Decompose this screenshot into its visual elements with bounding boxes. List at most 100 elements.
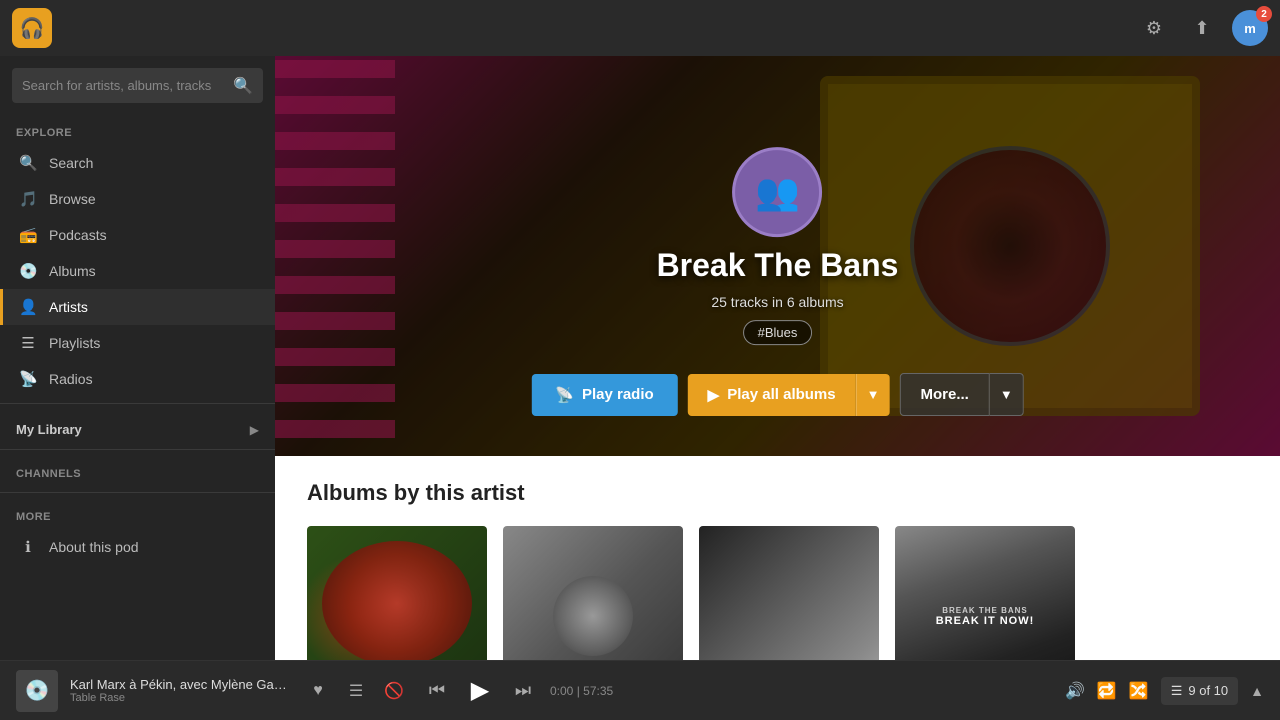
player-info: Karl Marx à Pékin, avec Mylène Gaulard T… — [70, 677, 290, 704]
play-all-dropdown-button[interactable]: ▼ — [856, 374, 890, 416]
settings-button[interactable]: ⚙ — [1136, 10, 1172, 46]
player-bar: 💿 Karl Marx à Pékin, avec Mylène Gaulard… — [0, 660, 1280, 720]
more-group: More... ▼ — [899, 373, 1023, 416]
sidebar-item-albums[interactable]: 💿 Albums — [0, 253, 275, 289]
radios-icon: 📡 — [19, 370, 37, 388]
sidebar-item-label: Search — [49, 155, 93, 171]
avatar-label: m — [1244, 21, 1256, 36]
album-card[interactable]: ▶ Children in the Closet — [503, 526, 683, 660]
albums-section: Albums by this artist BREAK THE BANS ▶ B… — [275, 456, 1280, 660]
sidebar-item-label: Podcasts — [49, 227, 107, 243]
play-all-label: Play all albums — [727, 386, 835, 403]
sidebar-item-label: About this pod — [49, 539, 139, 555]
time-display: 0:00 | 57:35 — [550, 684, 613, 698]
play-all-albums-button[interactable]: ▶ Play all albums — [688, 374, 856, 416]
queue-count: 9 of 10 — [1188, 683, 1228, 698]
sidebar-item-label: Albums — [49, 263, 96, 279]
album-thumbnail: BREAK THE BANSBreak It Now! ▶ — [895, 526, 1075, 660]
chevron-down-icon: ▼ — [867, 387, 880, 402]
podcasts-icon: 📻 — [19, 226, 37, 244]
sidebar-divider-3 — [0, 492, 275, 493]
sidebar-item-podcasts[interactable]: 📻 Podcasts — [0, 217, 275, 253]
play-radio-label: Play radio — [582, 386, 654, 403]
explore-label: Explore — [0, 115, 275, 145]
topbar: 🎧 ⚙ ⬆ m 2 — [0, 0, 1280, 56]
volume-button[interactable]: 🔊 — [1065, 681, 1085, 701]
sidebar-item-radios[interactable]: 📡 Radios — [0, 361, 275, 397]
chevron-right-icon: ▶ — [250, 423, 259, 437]
hero-actions: 📡 Play radio ▶ Play all albums ▼ More... — [531, 373, 1023, 416]
search-icon: 🔍 — [19, 154, 37, 172]
previous-button[interactable]: ⏮ — [422, 676, 452, 706]
logo-button[interactable]: 🎧 — [12, 8, 52, 48]
genre-tag[interactable]: #Blues — [743, 320, 813, 345]
album-art-3: BREAK THE BANSPROPAGANDA — [699, 526, 879, 660]
album-card[interactable]: BREAK THE BANS ▶ Break The Bans — [307, 526, 487, 660]
player-track-title: Karl Marx à Pékin, avec Mylène Gaulard — [70, 677, 290, 692]
play-radio-button[interactable]: 📡 Play radio — [531, 374, 677, 416]
more-button[interactable]: More... — [899, 373, 989, 416]
shuffle-button[interactable]: 🔀 — [1129, 681, 1149, 701]
notification-badge: 2 — [1256, 6, 1272, 22]
play-all-group: ▶ Play all albums ▼ — [688, 374, 890, 416]
next-button[interactable]: ⏭ — [508, 676, 538, 706]
albums-section-title: Albums by this artist — [307, 480, 1248, 506]
upload-button[interactable]: ⬆ — [1184, 10, 1220, 46]
channels-label: Channels — [0, 456, 275, 486]
sidebar-divider-2 — [0, 449, 275, 450]
player-thumbnail: 💿 — [16, 670, 58, 712]
sidebar-section-library[interactable]: My Library ▶ — [0, 410, 275, 443]
sidebar-item-artists[interactable]: 👤 Artists — [0, 289, 275, 325]
album-card[interactable]: BREAK THE BANSBreak It Now! ▶ Break It N… — [895, 526, 1075, 660]
more-dropdown-button[interactable]: ▼ — [990, 373, 1024, 416]
my-library-label: My Library — [16, 422, 82, 437]
artist-avatar-icon: 👥 — [755, 171, 800, 213]
artist-subtitle: 25 tracks in 6 albums — [711, 294, 843, 310]
album-thumbnail: BREAK THE BANS ▶ — [307, 526, 487, 660]
favorite-button[interactable]: ♥ — [302, 675, 334, 707]
artist-name: Break The Bans — [657, 247, 899, 284]
lyrics-button[interactable]: 🚫 — [378, 675, 410, 707]
play-icon: ▶ — [708, 386, 720, 404]
sidebar-item-label: Artists — [49, 299, 88, 315]
total-time: 57:35 — [583, 684, 613, 698]
artists-icon: 👤 — [19, 298, 37, 316]
search-submit-button[interactable]: 🔍 — [233, 76, 253, 96]
search-input[interactable] — [22, 68, 225, 103]
repeat-button[interactable]: 🔁 — [1097, 681, 1117, 701]
album-thumbnail: ▶ — [503, 526, 683, 660]
search-box: 🔍 — [12, 68, 263, 103]
content-area: 👥 Break The Bans 25 tracks in 6 albums #… — [275, 56, 1280, 660]
album-thumbnail: BREAK THE BANSPROPAGANDA ▶ — [699, 526, 879, 660]
queue-list-button[interactable]: ☰ — [340, 675, 372, 707]
player-artist-name: Table Rase — [70, 692, 290, 704]
queue-counter[interactable]: ☰ 9 of 10 — [1161, 677, 1238, 705]
sidebar-item-about[interactable]: ℹ About this pod — [0, 529, 275, 565]
player-controls: ⏮ ▶ ⏭ — [422, 671, 538, 711]
artist-avatar: 👥 — [733, 147, 823, 237]
main-layout: 🔍 Explore 🔍 Search 🎵 Browse 📻 Podcasts 💿… — [0, 56, 1280, 660]
hero-content: 👥 Break The Bans 25 tracks in 6 albums #… — [657, 147, 899, 345]
album-art-2 — [503, 526, 683, 660]
sidebar-item-browse[interactable]: 🎵 Browse — [0, 181, 275, 217]
albums-icon: 💿 — [19, 262, 37, 280]
info-icon: ℹ — [19, 538, 37, 556]
sidebar-item-label: Playlists — [49, 335, 100, 351]
player-thumb-icon: 💿 — [25, 678, 50, 703]
more-chevron-icon: ▼ — [1000, 387, 1013, 402]
playlists-icon: ☰ — [19, 334, 37, 352]
sidebar: 🔍 Explore 🔍 Search 🎵 Browse 📻 Podcasts 💿… — [0, 56, 275, 660]
sidebar-item-search[interactable]: 🔍 Search — [0, 145, 275, 181]
player-action-buttons: ♥ ☰ 🚫 — [302, 675, 410, 707]
albums-grid: BREAK THE BANS ▶ Break The Bans — [307, 526, 1248, 660]
album-art-1: BREAK THE BANS — [307, 526, 487, 660]
browse-icon: 🎵 — [19, 190, 37, 208]
album-card[interactable]: BREAK THE BANSPROPAGANDA ▶ Propaganda — [699, 526, 879, 660]
sidebar-item-playlists[interactable]: ☰ Playlists — [0, 325, 275, 361]
user-avatar[interactable]: m 2 — [1232, 10, 1268, 46]
queue-expand-button[interactable]: ▲ — [1250, 683, 1264, 699]
queue-list-icon: ☰ — [1171, 683, 1183, 699]
logo-icon: 🎧 — [20, 16, 45, 41]
current-time: 0:00 — [550, 684, 573, 698]
play-pause-button[interactable]: ▶ — [460, 671, 500, 711]
